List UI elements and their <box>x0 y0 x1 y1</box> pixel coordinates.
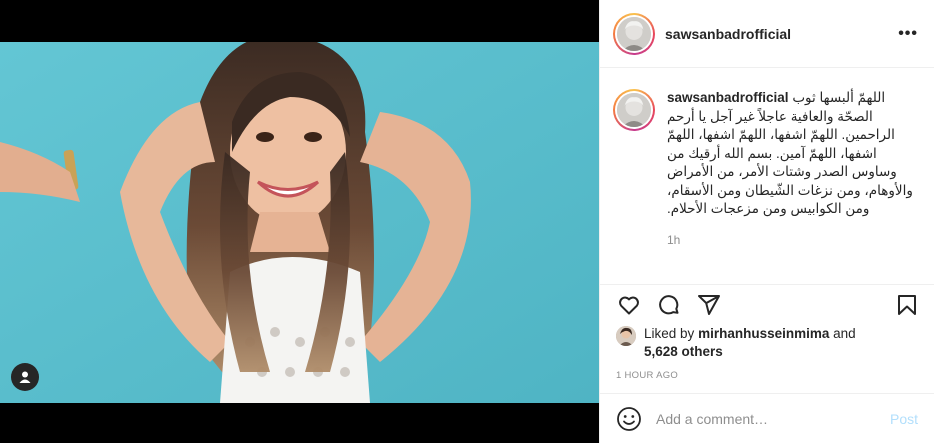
heart-glyph <box>619 296 639 315</box>
bookmark-glyph <box>898 295 916 315</box>
comment-input[interactable] <box>656 410 882 427</box>
caption-section: sawsanbadrofficial اللهمّ ألبسها ثوب الص… <box>600 69 934 284</box>
caption-text: sawsanbadrofficial اللهمّ ألبسها ثوب الص… <box>667 89 917 219</box>
author-username[interactable]: sawsanbadrofficial <box>665 26 898 42</box>
post-sidebar: sawsanbadrofficial ••• sawsanbadrofficia… <box>599 0 934 443</box>
divider <box>600 284 934 285</box>
smiley-glyph <box>617 406 641 431</box>
post-photo[interactable] <box>0 42 599 403</box>
caption-username[interactable]: sawsanbadrofficial <box>667 90 789 105</box>
bookmark-icon[interactable] <box>894 292 920 318</box>
author-avatar-image <box>617 16 651 51</box>
smiley-icon[interactable] <box>616 406 642 432</box>
liker-username[interactable]: mirhanhusseinmima <box>698 326 829 341</box>
share-icon[interactable] <box>696 292 722 318</box>
likes-prefix: Liked by <box>644 326 695 341</box>
heart-icon[interactable] <box>616 292 642 318</box>
caption-author-avatar[interactable] <box>613 89 655 131</box>
post-header: sawsanbadrofficial ••• <box>600 0 934 68</box>
post-timestamp[interactable]: 1 HOUR AGO <box>616 370 678 381</box>
action-bar <box>600 290 934 320</box>
caption-body: sawsanbadrofficial اللهمّ ألبسها ثوب الص… <box>667 89 917 284</box>
likes-summary: Liked by mirhanhusseinmima and 5,628 oth… <box>616 325 926 361</box>
comment-glyph <box>659 295 679 315</box>
comment-form: Post <box>600 394 934 443</box>
liker-avatar[interactable] <box>616 326 636 346</box>
likes-count[interactable]: 5,628 others <box>644 344 723 359</box>
author-avatar[interactable] <box>613 12 655 55</box>
caption-avatar-image <box>617 93 651 127</box>
post-comment-button[interactable]: Post <box>890 411 918 427</box>
likes-and: and <box>833 326 856 341</box>
user-tag-glyph <box>19 371 31 383</box>
post-media-pane <box>0 0 599 443</box>
liker-avatar-image <box>616 326 636 346</box>
comment-icon[interactable] <box>656 292 682 318</box>
post-photo-image <box>0 42 599 403</box>
likes-text: Liked by mirhanhusseinmima and 5,628 oth… <box>644 325 856 361</box>
caption-time[interactable]: 1h <box>667 233 917 247</box>
caption-message: اللهمّ ألبسها ثوب الصحّة والعافية عاجلاً… <box>667 90 913 216</box>
more-horizontal-icon[interactable]: ••• <box>898 25 918 43</box>
user-tag-icon[interactable] <box>11 363 39 391</box>
share-glyph <box>698 295 720 315</box>
